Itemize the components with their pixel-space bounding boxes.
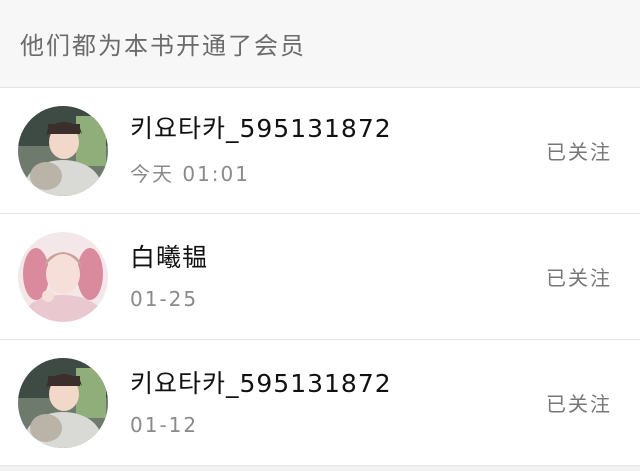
- followed-button[interactable]: 已关注: [546, 388, 612, 417]
- member-name[interactable]: 키요타카_595131872: [130, 114, 546, 144]
- member-row[interactable]: 키요타카_595131872 今天 01:01 已关注: [0, 88, 640, 214]
- member-time: 01-25: [130, 286, 199, 311]
- member-info: 白曦韫 01-25: [130, 243, 546, 311]
- member-info: 키요타카_595131872 01-12: [130, 369, 546, 437]
- avatar[interactable]: [18, 357, 108, 448]
- member-name[interactable]: 키요타카_595131872: [130, 369, 546, 399]
- member-list: 키요타카_595131872 今天 01:01 已关注 白曦韫 01-25 已关…: [0, 88, 640, 466]
- member-info: 키요타카_595131872 今天 01:01: [130, 114, 546, 187]
- member-time: 01-12: [130, 412, 199, 437]
- avatar[interactable]: [18, 231, 108, 322]
- followed-button[interactable]: 已关注: [546, 136, 612, 165]
- member-row[interactable]: 白曦韫 01-25 已关注: [0, 214, 640, 340]
- member-row[interactable]: 키요타카_595131872 01-12 已关注: [0, 340, 640, 466]
- members-header-title: 他们都为本书开通了会员: [20, 32, 306, 60]
- member-time: 今天 01:01: [130, 162, 250, 186]
- members-header: 他们都为本书开通了会员: [0, 0, 640, 88]
- avatar[interactable]: [18, 105, 108, 196]
- member-name[interactable]: 白曦韫: [130, 243, 546, 273]
- followed-button[interactable]: 已关注: [546, 262, 612, 291]
